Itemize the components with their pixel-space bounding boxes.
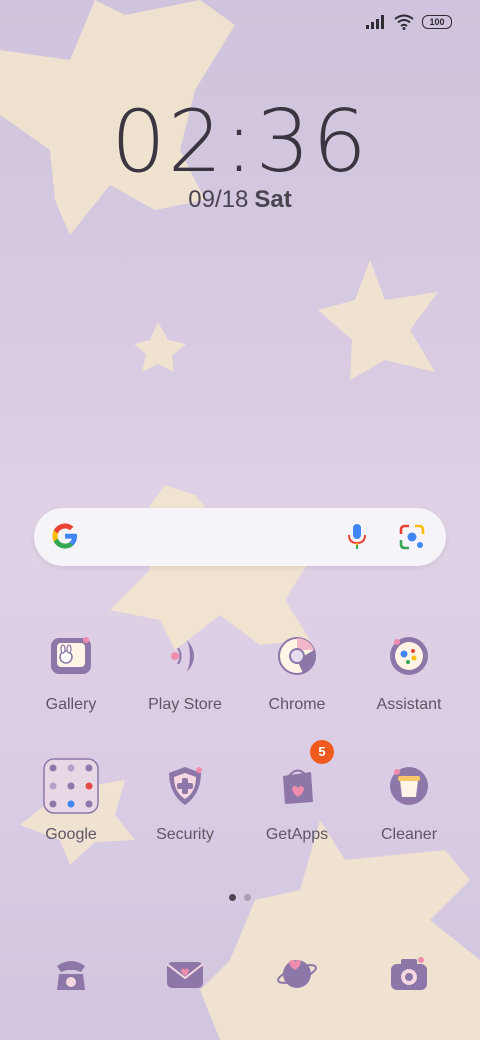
page-dot (244, 894, 251, 901)
app-label: Chrome (268, 696, 326, 713)
cleaner-icon (381, 758, 437, 814)
app-label: Cleaner (380, 826, 438, 843)
security-icon (157, 758, 213, 814)
app-cleaner[interactable]: Cleaner (354, 758, 464, 844)
mic-icon[interactable] (346, 523, 368, 551)
page-dot-active (229, 894, 236, 901)
app-label: GetApps (265, 826, 329, 843)
lens-icon[interactable] (398, 523, 426, 551)
dock-camera[interactable] (354, 952, 464, 1001)
getapps-icon (269, 758, 325, 814)
app-label: Gallery (45, 696, 97, 713)
app-play-store[interactable]: Play Store (130, 628, 240, 714)
wifi-icon (394, 14, 414, 30)
clock-time[interactable]: 02:36 (0, 92, 480, 192)
camera-icon (354, 952, 464, 1001)
app-gallery[interactable]: Gallery (16, 628, 126, 714)
notification-badge: 5 (310, 740, 334, 764)
wallpaper-star-small (134, 322, 186, 372)
app-assistant[interactable]: Assistant (354, 628, 464, 714)
chrome-icon (269, 628, 325, 684)
messages-icon (130, 952, 240, 1001)
app-label: Play Store (148, 696, 222, 713)
page-indicator (0, 894, 480, 901)
phone-icon (16, 952, 126, 1001)
wallpaper-star-bottom (200, 820, 480, 1040)
clock-date[interactable]: 09/18 Sat (0, 186, 480, 214)
status-bar: 100 (366, 14, 452, 30)
app-security[interactable]: Security (130, 758, 240, 844)
signal-icon (366, 15, 384, 29)
day-text: Sat (254, 186, 292, 213)
wallpaper-star-right (318, 260, 438, 380)
dock-messages[interactable] (130, 952, 240, 1001)
app-google-folder[interactable]: Google (16, 758, 126, 844)
app-chrome[interactable]: Chrome (242, 628, 352, 714)
app-getapps[interactable]: 5 GetApps (242, 740, 352, 844)
gallery-icon (43, 628, 99, 684)
google-g-icon (52, 523, 77, 549)
google-search-bar[interactable] (34, 508, 446, 566)
app-label: Google (45, 826, 97, 843)
app-label: Assistant (376, 696, 442, 713)
assistant-icon (381, 628, 437, 684)
dock-browser[interactable] (242, 952, 352, 1001)
date-text: 09/18 (188, 186, 249, 213)
dock-phone[interactable] (16, 952, 126, 1001)
app-label: Security (156, 826, 214, 843)
play-store-icon (157, 628, 213, 684)
browser-icon (242, 952, 352, 1001)
battery-indicator: 100 (422, 15, 452, 29)
google-folder-icon (43, 758, 99, 814)
